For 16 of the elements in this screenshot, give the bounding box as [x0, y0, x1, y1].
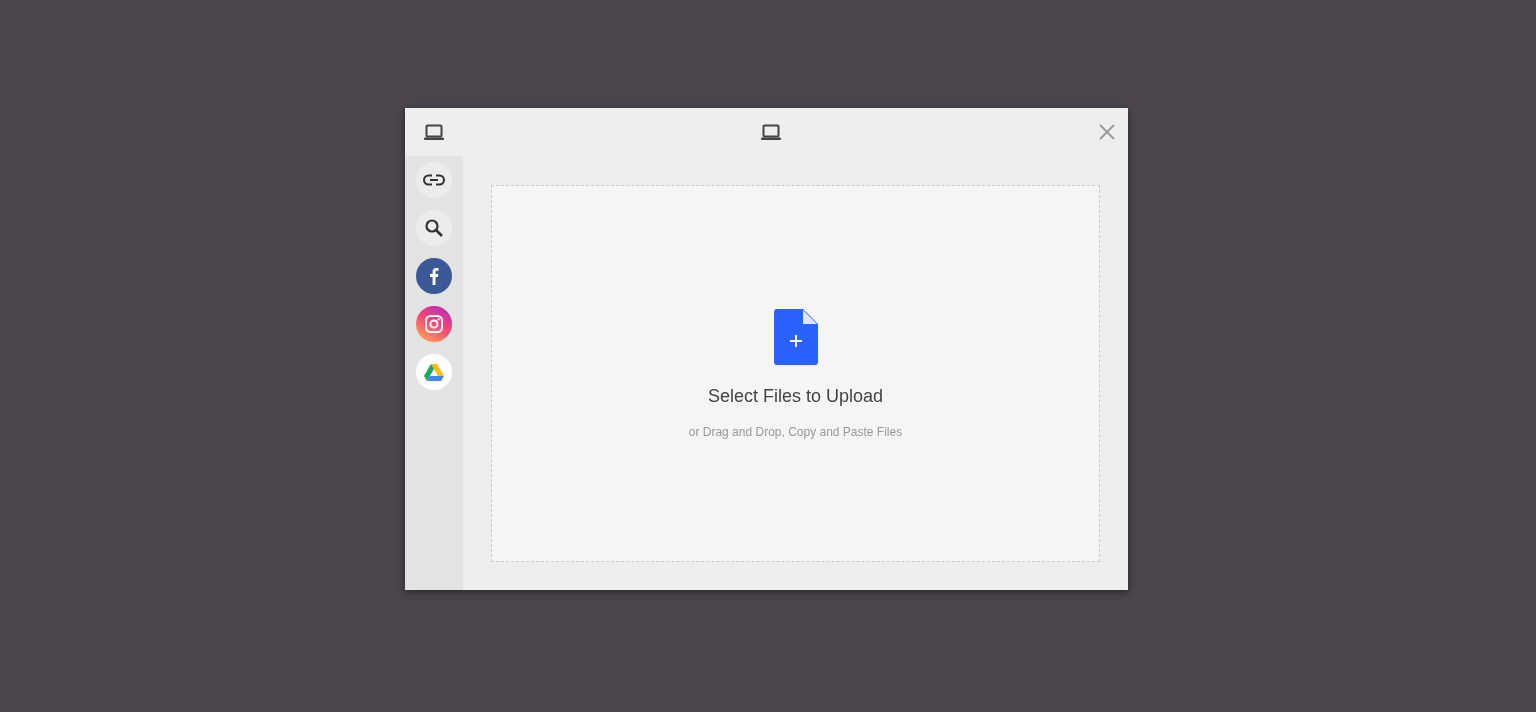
facebook-button[interactable]	[416, 258, 452, 294]
camera-outline-icon	[424, 314, 444, 334]
triangle-logo-icon	[424, 363, 444, 381]
laptop-icon	[761, 123, 781, 141]
instagram-button[interactable]	[416, 306, 452, 342]
search-button[interactable]	[416, 210, 452, 246]
f-logo-icon	[429, 267, 439, 285]
upload-title: Select Files to Upload	[707, 385, 884, 408]
link-icon	[423, 174, 445, 186]
link-button[interactable]	[416, 162, 452, 198]
drop-zone[interactable]: Select Files to Upload or Drag and Drop, Copy and Paste Files	[491, 185, 1100, 562]
file-plus-icon	[773, 309, 818, 365]
upload-hint: or Drag and Drop, Copy and Paste Files	[688, 424, 903, 441]
drive-button[interactable]	[416, 354, 452, 390]
search-icon	[424, 218, 444, 238]
laptop-icon[interactable]	[424, 123, 444, 141]
